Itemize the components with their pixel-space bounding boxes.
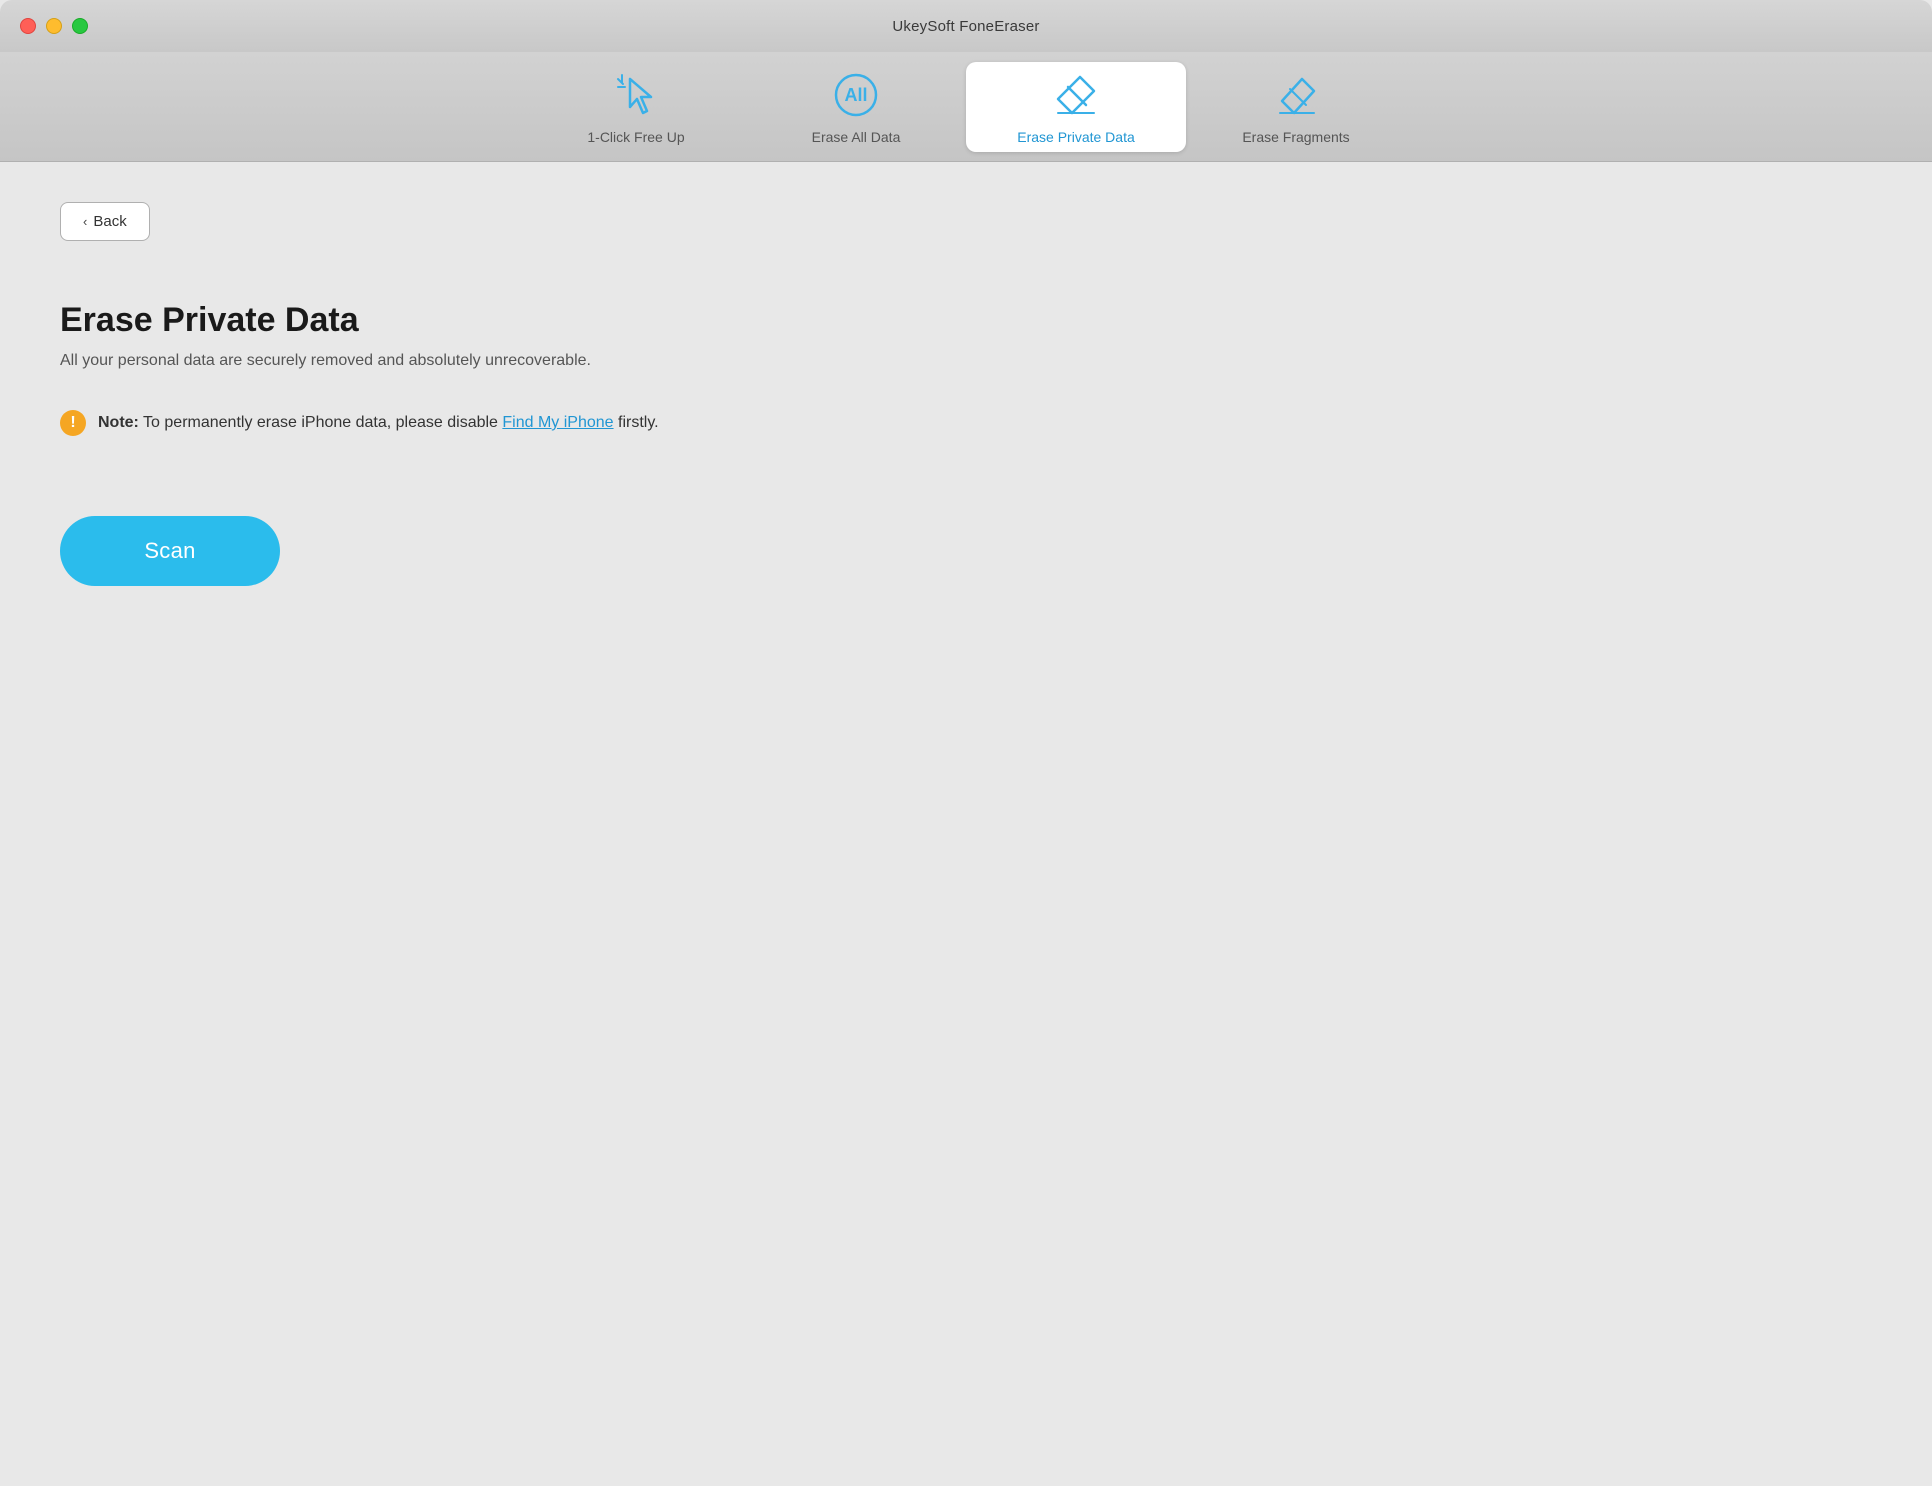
main-content: ‹ Back Erase Private Data All your perso… — [0, 162, 1932, 1486]
click-icon — [610, 69, 662, 121]
tab-erase-all-data[interactable]: All Erase All Data — [746, 62, 966, 152]
page-subtitle: All your personal data are securely remo… — [60, 352, 1872, 370]
note-prefix: Note: — [98, 414, 139, 431]
scan-button[interactable]: Scan — [60, 516, 280, 586]
tab-one-click-label: 1-Click Free Up — [587, 129, 684, 145]
erase-private-icon — [1050, 69, 1102, 121]
maximize-button[interactable] — [72, 18, 88, 34]
note-text: Note: To permanently erase iPhone data, … — [98, 411, 659, 435]
main-window: UkeySoft FoneEraser 1-Click Free Up — [0, 0, 1932, 1486]
warning-icon — [60, 410, 86, 436]
tab-one-click-free-up[interactable]: 1-Click Free Up — [526, 62, 746, 152]
back-button[interactable]: ‹ Back — [60, 202, 150, 241]
tab-erase-private-label: Erase Private Data — [1017, 129, 1135, 145]
find-my-iphone-link[interactable]: Find My iPhone — [502, 414, 613, 431]
erase-fragments-icon — [1270, 69, 1322, 121]
title-bar: UkeySoft FoneEraser — [0, 0, 1932, 52]
tab-erase-fragments[interactable]: Erase Fragments — [1186, 62, 1406, 152]
traffic-lights — [20, 18, 88, 34]
back-button-label: Back — [93, 213, 126, 230]
svg-text:All: All — [844, 85, 867, 105]
page-title: Erase Private Data — [60, 301, 1872, 340]
tab-erase-all-label: Erase All Data — [812, 129, 901, 145]
tab-erase-fragments-label: Erase Fragments — [1242, 129, 1349, 145]
back-chevron-icon: ‹ — [83, 214, 87, 229]
note-body: To permanently erase iPhone data, please… — [139, 414, 503, 431]
minimize-button[interactable] — [46, 18, 62, 34]
tab-bar: 1-Click Free Up All Erase All Data — [0, 52, 1932, 162]
erase-all-icon: All — [830, 69, 882, 121]
note-section: Note: To permanently erase iPhone data, … — [60, 410, 1872, 436]
tab-erase-private-data[interactable]: Erase Private Data — [966, 62, 1186, 152]
note-suffix: firstly. — [614, 414, 659, 431]
close-button[interactable] — [20, 18, 36, 34]
window-title: UkeySoft FoneEraser — [892, 18, 1039, 35]
